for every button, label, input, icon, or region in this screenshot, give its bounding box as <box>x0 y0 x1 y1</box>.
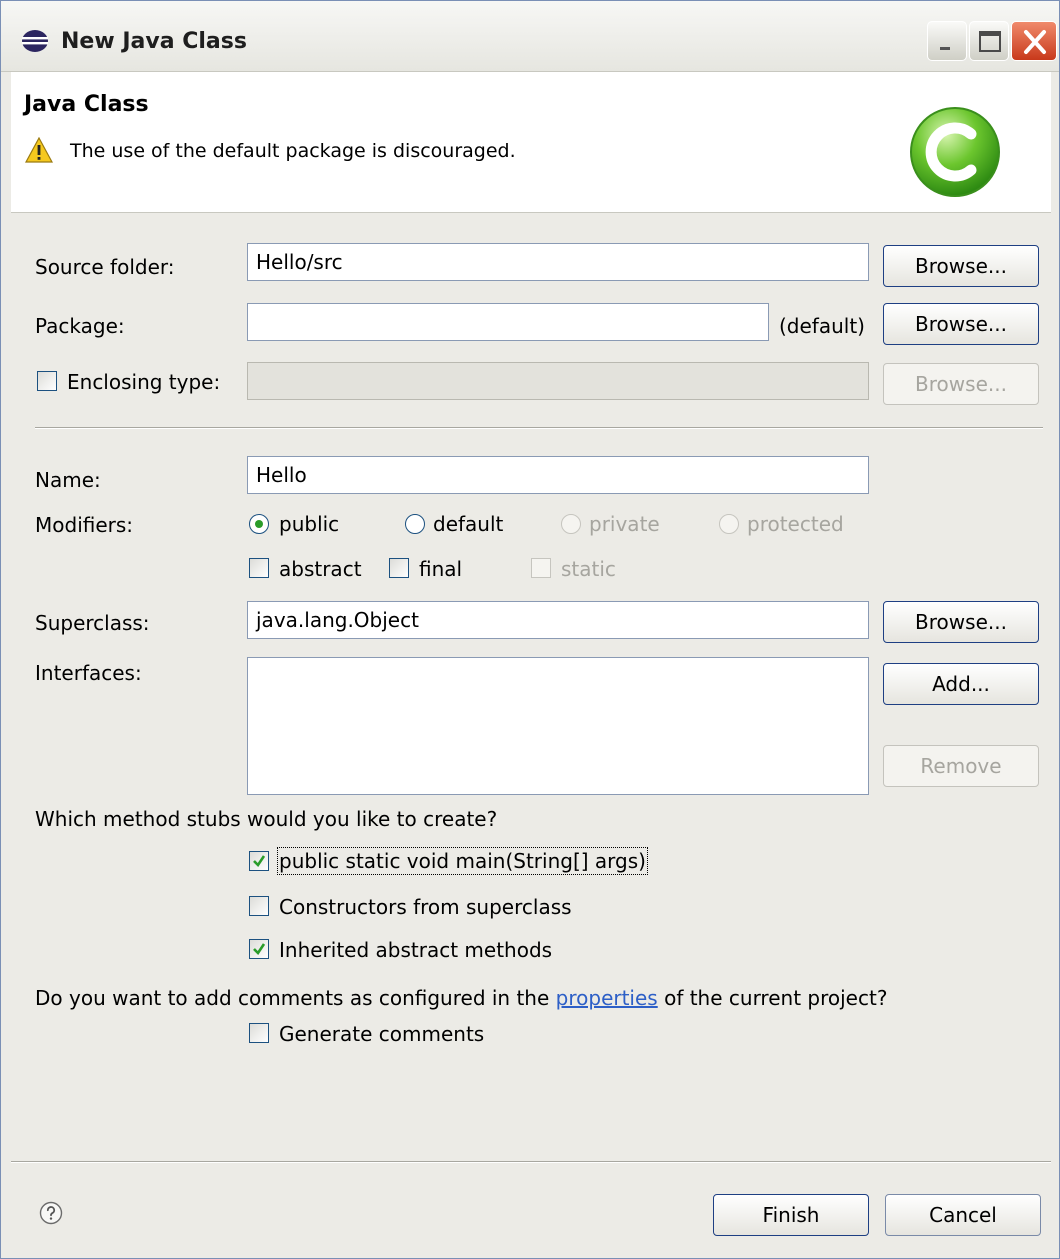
package-browse-button[interactable]: Browse... <box>883 303 1039 345</box>
comments-question-prefix: Do you want to add comments as configure… <box>35 986 550 1010</box>
comments-question: Do you want to add comments as configure… <box>35 986 887 1010</box>
window-title: New Java Class <box>61 29 247 54</box>
source-folder-input[interactable]: Hello/src <box>247 243 869 281</box>
package-default-label: (default) <box>779 314 865 338</box>
final-label: final <box>419 557 463 581</box>
header-title: Java Class <box>24 92 149 117</box>
generate-comments-label: Generate comments <box>279 1022 485 1046</box>
warning-icon <box>24 136 54 163</box>
eclipse-icon <box>21 29 49 53</box>
radio-selected-dot <box>255 520 263 528</box>
maximize-button[interactable] <box>969 21 1009 61</box>
header-message: The use of the default package is discou… <box>70 140 516 162</box>
enclosing-type-label: Enclosing type: <box>67 370 221 394</box>
name-input[interactable]: Hello <box>247 456 869 494</box>
comments-question-suffix: of the current project? <box>664 986 888 1010</box>
package-label: Package: <box>35 314 125 338</box>
minimize-button[interactable] <box>927 21 967 61</box>
name-label: Name: <box>35 468 101 492</box>
radio-protected-label: protected <box>747 512 844 536</box>
enclosing-type-browse-button[interactable]: Browse... <box>883 363 1039 405</box>
package-input[interactable] <box>247 303 769 341</box>
superclass-browse-button[interactable]: Browse... <box>883 601 1039 643</box>
separator <box>35 427 1043 429</box>
finish-button[interactable]: Finish <box>713 1194 869 1236</box>
constructors-label: Constructors from superclass <box>279 895 572 919</box>
inherited-methods-checkbox[interactable] <box>249 939 269 959</box>
radio-public-label: public <box>279 512 340 536</box>
cancel-button[interactable]: Cancel <box>885 1194 1041 1236</box>
new-java-class-dialog: New Java Class Java Class The use of the… <box>0 0 1060 1259</box>
main-method-checkbox[interactable] <box>249 851 269 871</box>
inherited-methods-label: Inherited abstract methods <box>279 938 553 962</box>
source-folder-label: Source folder: <box>35 255 175 279</box>
title-bar[interactable]: New Java Class <box>1 1 1059 72</box>
java-class-icon <box>907 104 1003 200</box>
interfaces-list[interactable] <box>247 657 869 795</box>
abstract-checkbox[interactable] <box>249 558 269 578</box>
main-method-label: public static void main(String[] args) <box>277 847 648 875</box>
static-checkbox[interactable] <box>531 558 551 578</box>
static-label: static <box>561 557 616 581</box>
add-interface-button[interactable]: Add... <box>883 663 1039 705</box>
stubs-question: Which method stubs would you like to cre… <box>35 807 498 831</box>
constructors-checkbox[interactable] <box>249 896 269 916</box>
interfaces-label: Interfaces: <box>35 661 142 685</box>
source-folder-browse-button[interactable]: Browse... <box>883 245 1039 287</box>
radio-default[interactable] <box>405 514 425 534</box>
wizard-header: Java Class The use of the default packag… <box>11 72 1051 213</box>
radio-private[interactable] <box>561 514 581 534</box>
superclass-input[interactable]: java.lang.Object <box>247 601 869 639</box>
generate-comments-checkbox[interactable] <box>249 1023 269 1043</box>
modifiers-label: Modifiers: <box>35 513 134 537</box>
close-button[interactable] <box>1011 21 1057 61</box>
final-checkbox[interactable] <box>389 558 409 578</box>
enclosing-type-checkbox[interactable] <box>37 371 57 391</box>
radio-default-label: default <box>433 512 504 536</box>
enclosing-type-input[interactable] <box>247 362 869 400</box>
radio-public[interactable] <box>249 514 269 534</box>
help-icon[interactable] <box>39 1201 63 1225</box>
radio-protected[interactable] <box>719 514 739 534</box>
remove-interface-button[interactable]: Remove <box>883 745 1039 787</box>
radio-private-label: private <box>589 512 660 536</box>
abstract-label: abstract <box>279 557 362 581</box>
superclass-label: Superclass: <box>35 611 150 635</box>
properties-link[interactable]: properties <box>556 986 658 1010</box>
footer-separator <box>11 1161 1051 1163</box>
